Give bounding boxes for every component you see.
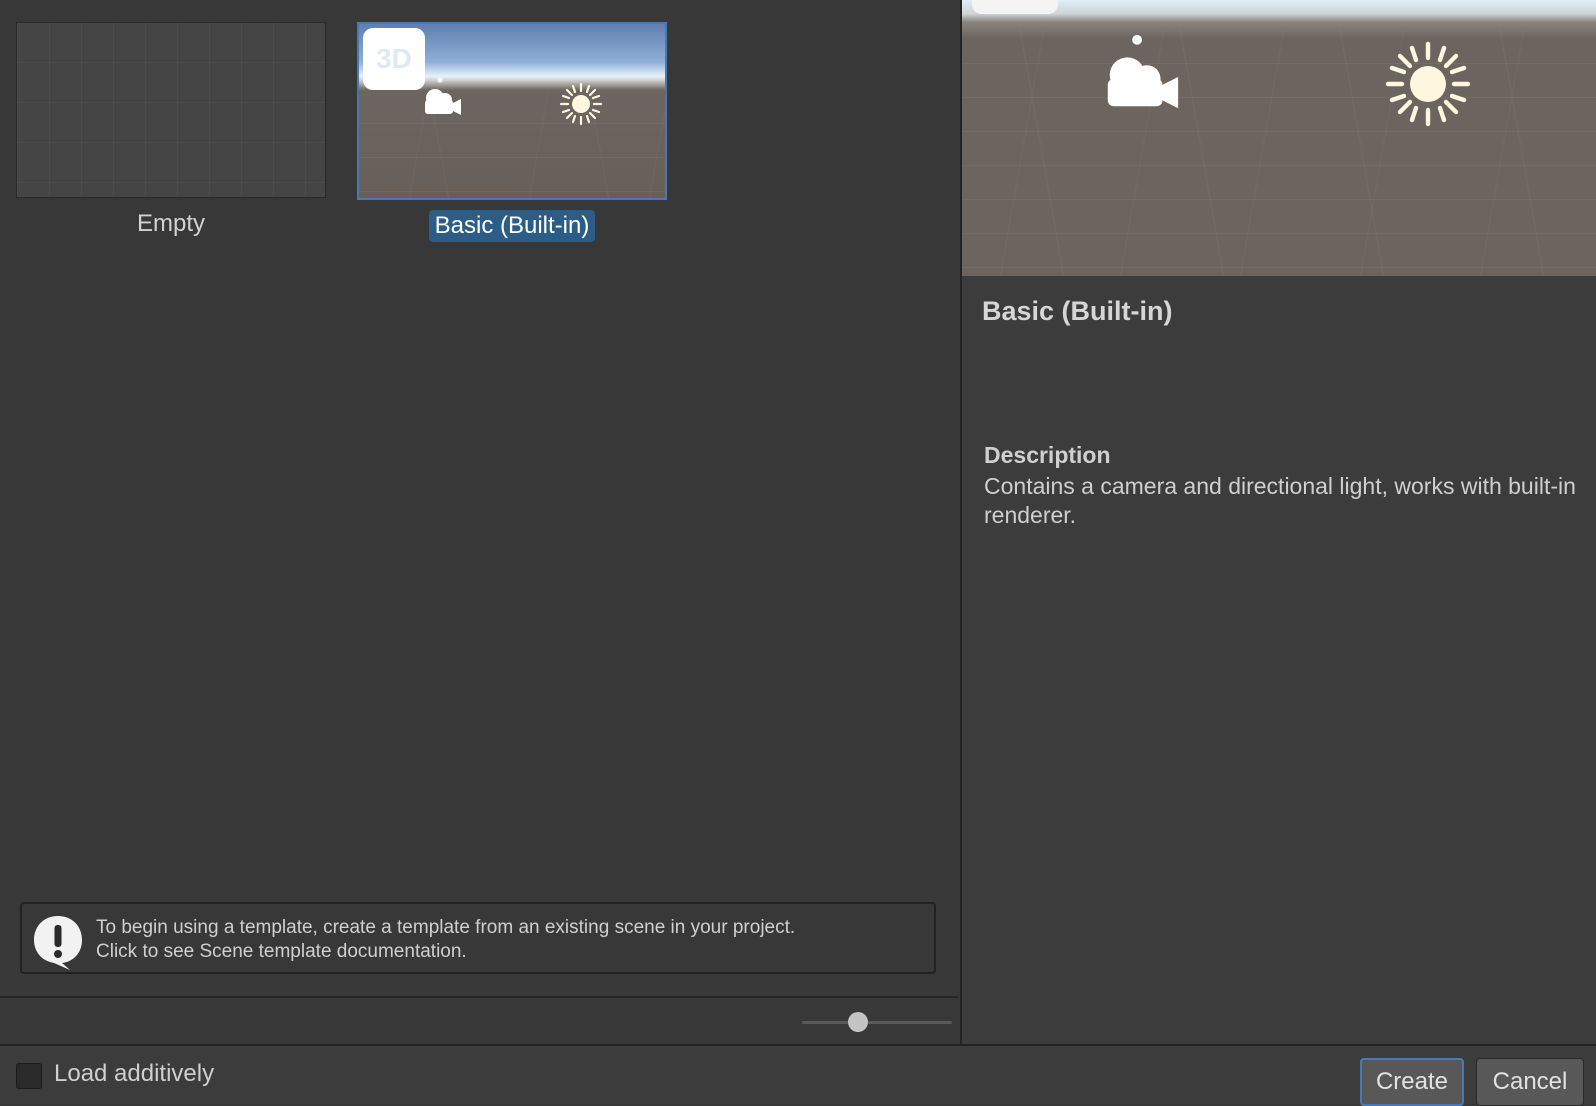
help-text-link[interactable]: Click to see Scene template documentatio… (96, 940, 795, 964)
3d-badge-icon: 3D (363, 28, 425, 90)
template-thumbnail-empty (16, 22, 326, 198)
description-text: Contains a camera and directional light,… (984, 473, 1576, 528)
description-heading: Description (984, 442, 1111, 468)
template-title: Basic (Built-in) (982, 296, 1173, 326)
template-grid-pane: Empty 3D Basic (Built-in) To begin using… (0, 0, 958, 1044)
template-label-basic-builtin: Basic (Built-in) (428, 210, 596, 242)
load-additively-label[interactable]: Load additively (54, 1060, 214, 1088)
cancel-button[interactable]: Cancel (1476, 1058, 1584, 1106)
create-button[interactable]: Create (1360, 1058, 1464, 1106)
exclamation-icon (34, 916, 82, 970)
load-additively-checkbox[interactable] (16, 1063, 42, 1089)
template-preview-image (962, 0, 1596, 276)
slider-track (802, 1021, 952, 1024)
camera-gizmo-icon (425, 77, 461, 115)
zoom-bar-divider (0, 996, 958, 998)
scene-template-help-box[interactable]: To begin using a template, create a temp… (20, 902, 936, 974)
slider-thumb[interactable] (848, 1012, 868, 1032)
camera-gizmo-icon (1107, 34, 1179, 109)
preview-3d-badge (972, 0, 1058, 14)
dialog-footer (0, 1044, 1596, 1104)
template-thumbnail-basic-builtin: 3D (357, 22, 667, 200)
sun-light-icon (1385, 41, 1471, 127)
help-text-line1: To begin using a template, create a temp… (96, 917, 796, 938)
template-label-empty: Empty (136, 210, 205, 237)
template-tile-empty[interactable]: Empty (16, 22, 326, 240)
thumbnail-size-slider[interactable] (802, 1010, 952, 1034)
sun-light-icon (559, 82, 603, 126)
template-details-pane: Basic (Built-in) Description Contains a … (960, 0, 1596, 1044)
template-tile-basic-builtin[interactable]: 3D Basic (Built-in) (357, 22, 667, 242)
